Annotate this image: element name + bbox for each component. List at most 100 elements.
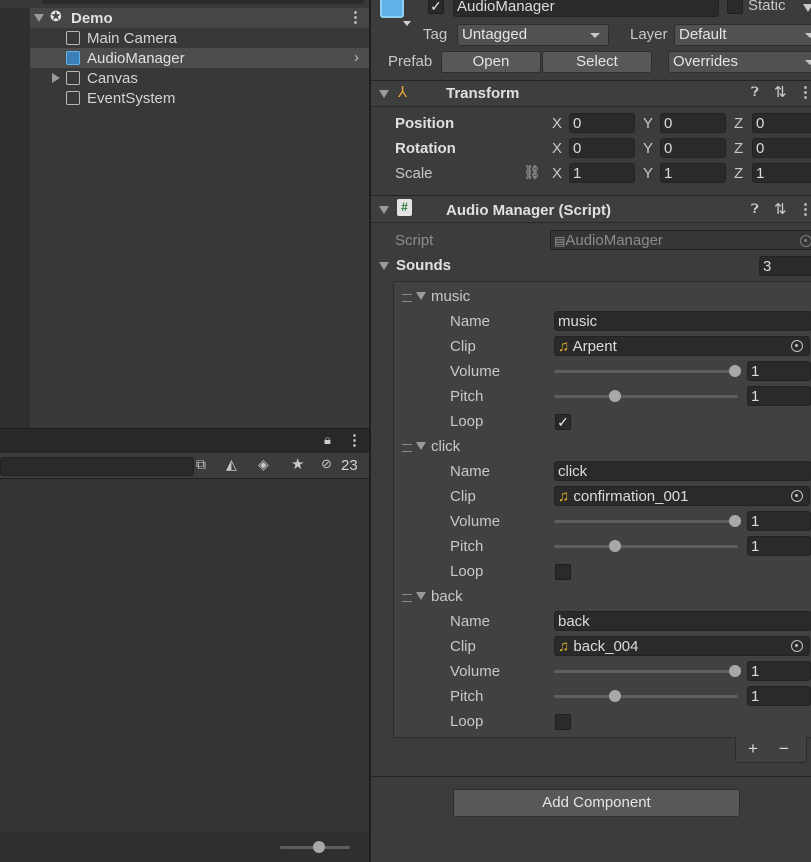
prefab-open-button[interactable]: Open: [441, 51, 541, 73]
expand-scene-icon[interactable]: [34, 14, 44, 22]
rotation-y-field[interactable]: 0: [660, 138, 726, 158]
object-picker-icon[interactable]: [791, 640, 803, 652]
volume-field[interactable]: 1: [747, 661, 811, 681]
collapse-transform-icon[interactable]: [379, 90, 389, 98]
rotation-x-field[interactable]: 0: [569, 138, 635, 158]
pitch-slider-thumb[interactable]: [609, 690, 621, 702]
scale-z-field[interactable]: 1: [752, 163, 811, 183]
collapse-sound-icon[interactable]: [416, 442, 426, 450]
sound-name-field[interactable]: click: [554, 461, 811, 481]
prefab-select-button[interactable]: Select: [542, 51, 652, 73]
scale-x-field[interactable]: 1: [569, 163, 635, 183]
help-icon[interactable]: ❓︎: [751, 201, 759, 217]
position-y-field[interactable]: 0: [660, 113, 726, 133]
presets-icon[interactable]: ⇅: [774, 200, 787, 218]
search-by-type-icon[interactable]: ◭: [226, 456, 237, 473]
object-icon-dropdown[interactable]: [403, 21, 411, 26]
pitch-field[interactable]: 1: [747, 386, 811, 406]
name-label: Name: [450, 313, 491, 330]
gameobject-icon: [66, 31, 80, 45]
position-x-field[interactable]: 0: [569, 113, 635, 133]
pitch-slider-thumb[interactable]: [609, 540, 621, 552]
sound-clip-field[interactable]: ♫ Arpent: [554, 336, 810, 356]
pitch-field[interactable]: 1: [747, 536, 811, 556]
pitch-slider-track[interactable]: [554, 545, 738, 548]
volume-slider-track[interactable]: [554, 520, 738, 523]
layer-dropdown[interactable]: Default: [674, 24, 811, 46]
pitch-slider-thumb[interactable]: [609, 390, 621, 402]
sound-clip-field[interactable]: ♫ confirmation_001: [554, 486, 810, 506]
sound-name-field[interactable]: back: [554, 611, 811, 631]
tag-label: Tag: [423, 26, 448, 43]
pitch-slider-track[interactable]: [554, 395, 738, 398]
drag-handle-icon[interactable]: [402, 444, 412, 452]
volume-slider-thumb[interactable]: [729, 515, 741, 527]
loop-checkbox[interactable]: ✓: [555, 414, 571, 430]
component-menu-icon[interactable]: ⋮: [798, 200, 811, 218]
help-icon[interactable]: ❓︎: [751, 84, 759, 100]
hierarchy-item-label: AudioManager: [87, 50, 185, 67]
favorites-star-icon[interactable]: ★: [291, 455, 304, 473]
audio-clip-icon: ♫: [558, 638, 570, 655]
prefab-overrides-dropdown[interactable]: Overrides: [668, 51, 811, 73]
volume-slider-thumb[interactable]: [729, 365, 741, 377]
hierarchy-item-canvas[interactable]: Canvas: [30, 68, 369, 88]
hidden-packages-icon[interactable]: ⊘: [321, 456, 332, 472]
add-component-button[interactable]: Add Component: [453, 789, 740, 817]
rotation-z-label: Z: [734, 140, 744, 157]
pitch-slider-track[interactable]: [554, 695, 738, 698]
object-name-field[interactable]: AudioManager: [453, 0, 719, 17]
volume-field[interactable]: 1: [747, 511, 811, 531]
search-by-label-icon[interactable]: ◈: [258, 456, 269, 473]
zoom-slider-thumb[interactable]: [313, 841, 325, 853]
component-menu-icon[interactable]: ⋮: [798, 83, 811, 101]
active-toggle[interactable]: ✓: [428, 0, 444, 14]
collapse-audio-manager-icon[interactable]: [379, 206, 389, 214]
sound-clip-field[interactable]: ♫ back_004: [554, 636, 810, 656]
tag-dropdown[interactable]: Untagged: [457, 24, 609, 46]
panel-menu-icon[interactable]: ⋮: [347, 431, 362, 449]
static-checkbox[interactable]: [727, 0, 743, 14]
position-z-field[interactable]: 0: [752, 113, 811, 133]
pitch-label: Pitch: [450, 388, 484, 405]
collapse-sound-icon[interactable]: [416, 592, 426, 600]
loop-checkbox[interactable]: [555, 564, 571, 580]
sounds-count-field[interactable]: 3: [759, 256, 811, 276]
presets-icon[interactable]: ⇅: [774, 83, 787, 101]
drag-handle-icon[interactable]: [402, 294, 412, 302]
gameobject-icon: [66, 91, 80, 105]
hierarchy-item-main-camera[interactable]: Main Camera: [30, 28, 369, 48]
position-y-label: Y: [643, 115, 654, 132]
transform-header[interactable]: ⅄ Transform ❓︎ ⇅ ⋮: [371, 81, 811, 107]
scene-row[interactable]: ✪ Demo ⋮: [30, 8, 369, 28]
search-filter-icon[interactable]: ⧉: [196, 456, 206, 473]
drag-handle-icon[interactable]: [402, 594, 412, 602]
add-element-button[interactable]: +: [748, 739, 758, 759]
scale-y-field[interactable]: 1: [660, 163, 726, 183]
lock-icon[interactable]: 🔒︎: [324, 432, 331, 448]
remove-element-button[interactable]: −: [779, 739, 789, 759]
sound-name-field[interactable]: music: [554, 311, 811, 331]
expand-canvas-icon[interactable]: [52, 73, 60, 83]
chevron-right-icon[interactable]: ›: [354, 49, 359, 66]
hierarchy-item-audiomanager[interactable]: AudioManager ›: [30, 48, 369, 68]
object-picker-icon[interactable]: [791, 340, 803, 352]
collapse-sounds-icon[interactable]: [379, 262, 389, 270]
hierarchy-item-eventsystem[interactable]: EventSystem: [30, 88, 369, 108]
project-search-input[interactable]: [0, 457, 194, 476]
volume-slider-thumb[interactable]: [729, 665, 741, 677]
hierarchy-search[interactable]: [42, 0, 364, 4]
transform-gizmo-icon: ⅄: [398, 84, 408, 101]
pitch-field[interactable]: 1: [747, 686, 811, 706]
scene-menu-icon[interactable]: ⋮: [348, 8, 363, 26]
volume-slider-track[interactable]: [554, 670, 738, 673]
collapse-sound-icon[interactable]: [416, 292, 426, 300]
object-picker-icon[interactable]: [791, 490, 803, 502]
audio-manager-header[interactable]: # Audio Manager (Script) ❓︎ ⇅ ⋮: [371, 197, 811, 223]
static-dropdown-icon[interactable]: [803, 4, 811, 12]
loop-checkbox[interactable]: [555, 714, 571, 730]
volume-field[interactable]: 1: [747, 361, 811, 381]
constrain-proportions-icon[interactable]: ⛓︎: [523, 164, 541, 181]
rotation-z-field[interactable]: 0: [752, 138, 811, 158]
volume-slider-track[interactable]: [554, 370, 738, 373]
